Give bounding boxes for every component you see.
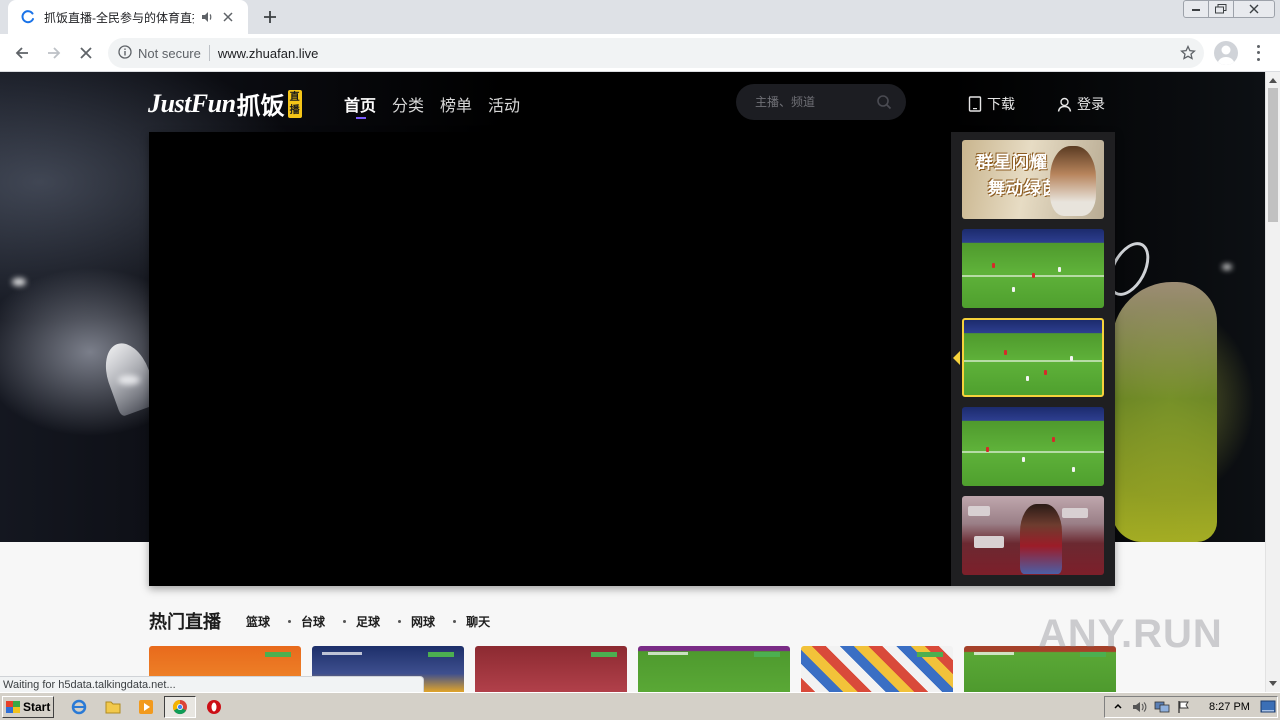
stadium-light: [1222, 264, 1232, 270]
channel-thumbnail[interactable]: [962, 407, 1104, 486]
network-icon[interactable]: [1153, 699, 1171, 715]
tab-close-icon[interactable]: [220, 9, 236, 25]
browser-tab[interactable]: 抓饭直播-全民参与的体育直播: [8, 0, 248, 34]
login-label: 登录: [1077, 96, 1105, 112]
system-clock[interactable]: 8:27 PM: [1209, 701, 1250, 713]
tray-expand-icon[interactable]: [1109, 699, 1127, 715]
forward-arrow-icon: [48, 47, 61, 59]
window-close-button[interactable]: [1233, 0, 1275, 18]
logo-badge: 直播: [287, 89, 302, 118]
category-separator: [343, 619, 347, 623]
start-button[interactable]: Start: [2, 696, 54, 718]
anyrun-watermark: ANY.RUN: [1038, 612, 1223, 657]
nav-ranking[interactable]: 榜单: [440, 92, 472, 116]
phone-icon: [968, 96, 982, 112]
main-nav: 首页 分类 榜单 活动: [344, 92, 536, 119]
new-tab-button[interactable]: [258, 6, 282, 28]
channel-thumbnail[interactable]: [962, 496, 1104, 575]
category-tennis[interactable]: 网球: [411, 613, 435, 630]
internet-explorer-icon[interactable]: [70, 698, 88, 716]
promo-line-1: 群星闪耀: [976, 153, 1048, 172]
site-logo[interactable]: JustFun 抓饭 直播: [148, 86, 302, 121]
badminton-player-image: [1112, 282, 1217, 542]
bookmark-star-icon[interactable]: [1180, 44, 1196, 64]
action-center-flag-icon[interactable]: [1175, 699, 1193, 715]
stop-loading-button[interactable]: [72, 39, 100, 67]
nav-category[interactable]: 分类: [392, 92, 424, 116]
nav-home[interactable]: 首页: [344, 92, 376, 119]
nav-activity[interactable]: 活动: [488, 92, 520, 116]
live-card[interactable]: [638, 646, 790, 692]
live-card[interactable]: [475, 646, 627, 692]
address-bar[interactable]: Not secure www.zhuafan.live: [108, 38, 1204, 68]
volume-icon[interactable]: [1131, 699, 1149, 715]
status-bubble: Waiting for h5data.talkingdata.net...: [0, 676, 424, 692]
watermark-text: ANY.RUN: [1038, 612, 1223, 656]
download-label: 下载: [987, 96, 1015, 112]
category-billiards[interactable]: 台球: [301, 613, 325, 630]
person-image: [1020, 504, 1062, 574]
logo-text-en: JustFun: [148, 88, 236, 118]
search-icon[interactable]: [876, 94, 892, 113]
channel-thumbnail[interactable]: [962, 229, 1104, 308]
window-minimize-button[interactable]: [1183, 0, 1209, 18]
back-arrow-icon: [15, 47, 28, 59]
info-icon[interactable]: [118, 44, 132, 62]
scroll-up-arrow-icon[interactable]: [1269, 78, 1277, 83]
browser-toolbar: Not secure www.zhuafan.live: [0, 34, 1280, 72]
profile-avatar-icon[interactable]: [1214, 41, 1238, 65]
taskbar-chrome-button[interactable]: [164, 696, 196, 718]
category-basketball[interactable]: 篮球: [246, 613, 270, 630]
start-label: Start: [23, 700, 51, 714]
omnibox-separator: [208, 45, 210, 61]
file-explorer-icon[interactable]: [104, 698, 122, 716]
browser-tabstrip: 抓饭直播-全民参与的体育直播: [0, 0, 1280, 34]
forward-button[interactable]: [40, 39, 68, 67]
channel-thumbnail-list: 群星闪耀 舞动绿茵: [951, 132, 1115, 586]
site-header: JustFun 抓饭 直播 首页 分类 榜单 活动 下载 登录: [0, 72, 1265, 132]
stadium-light: [12, 278, 26, 286]
speaker-icon[interactable]: [200, 10, 214, 24]
selected-indicator: [953, 351, 960, 365]
window-restore-button[interactable]: [1208, 0, 1234, 18]
tab-title: 抓饭直播-全民参与的体育直播: [44, 10, 194, 25]
opera-icon[interactable]: [205, 698, 223, 716]
show-desktop-icon[interactable]: [1259, 699, 1277, 715]
user-icon: [1057, 97, 1072, 112]
channel-thumbnail-active[interactable]: [962, 318, 1104, 397]
category-chat[interactable]: 聊天: [466, 613, 490, 630]
loading-spinner-icon: [20, 9, 36, 25]
search-input[interactable]: [755, 95, 870, 109]
download-link[interactable]: 下载: [968, 94, 1015, 114]
page-viewport: JustFun 抓饭 直播 首页 分类 榜单 活动 下载 登录 群星闪耀: [0, 72, 1265, 692]
hot-live-heading: 热门直播: [149, 612, 221, 632]
player-portrait: [1050, 146, 1096, 216]
back-button[interactable]: [8, 39, 36, 67]
security-label[interactable]: Not secure: [138, 46, 201, 61]
category-football[interactable]: 足球: [356, 613, 380, 630]
category-separator: [288, 619, 292, 623]
system-tray: 8:27 PM: [1104, 696, 1278, 718]
page-scrollbar[interactable]: [1265, 72, 1280, 692]
hot-live-section: 热门直播 篮球 台球 足球 网球 聊天: [149, 608, 490, 634]
category-separator: [398, 619, 402, 623]
windows-logo-icon: [6, 701, 20, 713]
scroll-down-arrow-icon[interactable]: [1269, 681, 1277, 686]
browser-menu-icon[interactable]: [1250, 43, 1266, 63]
live-card[interactable]: [801, 646, 953, 692]
video-player[interactable]: 群星闪耀 舞动绿茵: [149, 132, 1115, 586]
logo-text-cn: 抓饭: [236, 93, 285, 120]
url-text[interactable]: www.zhuafan.live: [218, 46, 318, 61]
windows-taskbar: Start 8:27 PM: [0, 692, 1280, 720]
stop-icon: [80, 47, 92, 59]
login-link[interactable]: 登录: [1057, 94, 1105, 114]
media-player-icon[interactable]: [137, 698, 155, 716]
promo-thumbnail[interactable]: 群星闪耀 舞动绿茵: [962, 140, 1104, 219]
category-separator: [453, 619, 457, 623]
scrollbar-thumb[interactable]: [1268, 88, 1278, 222]
chrome-icon: [172, 699, 187, 715]
search-box: [736, 84, 906, 120]
